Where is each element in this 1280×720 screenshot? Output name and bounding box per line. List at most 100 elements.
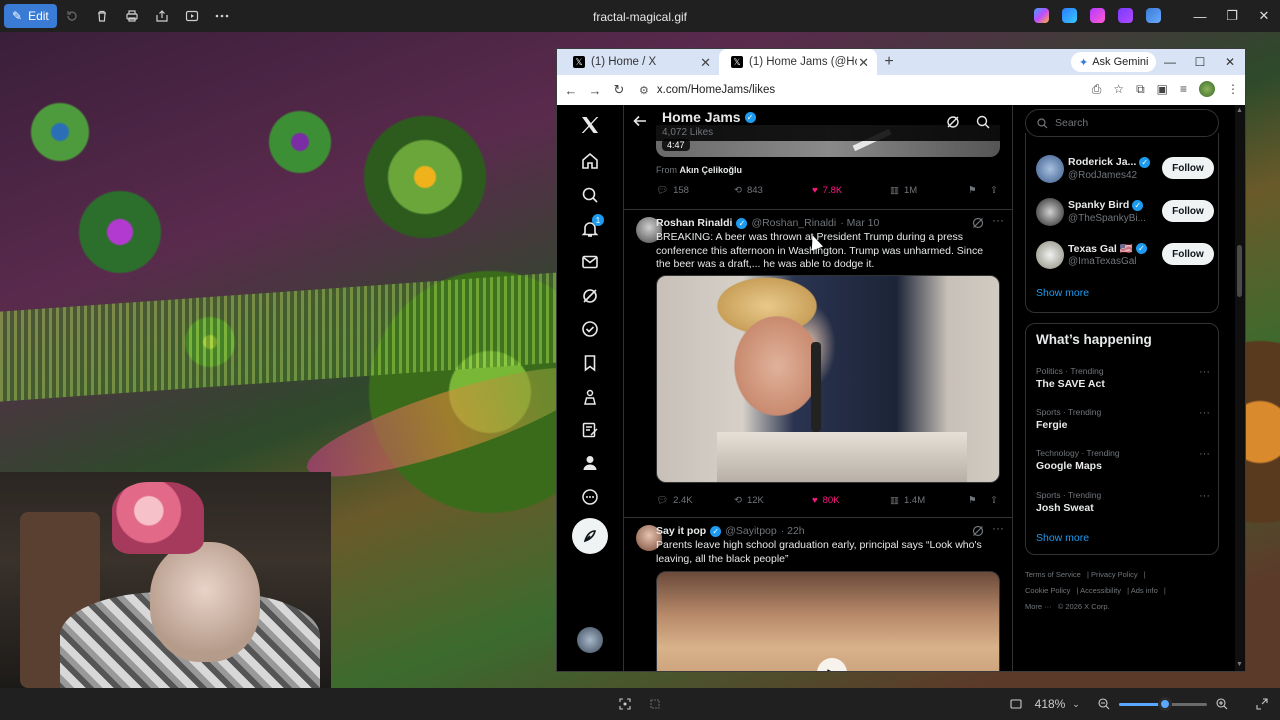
account-avatar[interactable]	[577, 627, 603, 653]
post-more-icon[interactable]: ···	[992, 213, 1004, 227]
minimize-button[interactable]: —	[1184, 0, 1216, 32]
post-date[interactable]: · 22h	[781, 525, 805, 537]
post-image[interactable]	[656, 275, 1000, 483]
back-arrow-icon[interactable]	[632, 113, 648, 129]
views-button[interactable]: ▥ 1.4M	[890, 495, 925, 506]
scrollbar-thumb[interactable]	[1237, 245, 1242, 297]
cloud-icon[interactable]	[1146, 8, 1161, 23]
more-link[interactable]: More ···	[1025, 602, 1052, 611]
jobs-icon[interactable]	[578, 385, 602, 409]
back-icon[interactable]: ←	[559, 75, 583, 105]
follow-button[interactable]: Follow	[1162, 157, 1214, 179]
like-button[interactable]: ♥ 7.8K	[812, 185, 842, 196]
author-handle[interactable]: @Roshan_Rinaldi	[751, 217, 836, 229]
tab-close-icon[interactable]: ✕	[858, 55, 869, 71]
trend-item[interactable]: Sports · Trending Fergie ···	[1036, 407, 1210, 431]
communities-check-icon[interactable]	[578, 317, 602, 341]
header-search-icon[interactable]	[976, 115, 990, 129]
ads-link[interactable]: Ads info	[1131, 586, 1158, 595]
repost-button[interactable]: ⟲ 12K	[734, 495, 764, 506]
show-more-link[interactable]: Show more	[1036, 287, 1089, 299]
privacy-link[interactable]: Privacy Policy	[1091, 570, 1138, 579]
accessibility-link[interactable]: Accessibility	[1080, 586, 1121, 595]
post-date[interactable]: · Mar 10	[840, 217, 879, 229]
suggestion-avatar[interactable]	[1036, 241, 1064, 269]
views-button[interactable]: ▥ 1M	[890, 185, 917, 196]
tab-homejams[interactable]: 𝕏 (1) Home Jams (@HomeJams) / ✕	[719, 49, 877, 75]
suggestion-name[interactable]: Spanky Bird ✓	[1068, 199, 1144, 211]
slideshow-icon[interactable]	[177, 0, 207, 32]
print-icon[interactable]	[117, 0, 147, 32]
clipchamp-icon[interactable]	[1090, 8, 1105, 23]
ask-gemini-button[interactable]: ✦ Ask Gemini	[1071, 52, 1157, 72]
delete-icon[interactable]	[87, 0, 117, 32]
trend-item[interactable]: Politics · Trending The SAVE Act ···	[1036, 366, 1210, 390]
zoom-in-icon[interactable]	[1212, 688, 1232, 720]
chrome-menu-icon[interactable]: ⋮	[1227, 82, 1239, 96]
tab-search-icon[interactable]: ▣	[1157, 82, 1168, 96]
url-field[interactable]: ⚙ x.com/HomeJams/likes	[639, 84, 775, 97]
browser-maximize-button[interactable]: ☐	[1185, 49, 1215, 75]
follow-button[interactable]: Follow	[1162, 243, 1214, 265]
show-more-trends-link[interactable]: Show more	[1036, 532, 1089, 544]
share-post-button[interactable]: ⇪	[990, 495, 998, 506]
bookmark-button[interactable]: ⚑	[968, 185, 977, 196]
more-icon[interactable]	[207, 0, 237, 32]
explore-search-icon[interactable]	[578, 183, 602, 207]
browser-close-button[interactable]: ✕	[1215, 49, 1245, 75]
reply-button[interactable]: 💬︎ 158	[656, 185, 689, 196]
tab-home[interactable]: 𝕏 (1) Home / X ✕	[561, 49, 719, 75]
rotate-icon[interactable]	[57, 0, 87, 32]
repost-button[interactable]: ⟲ 843	[734, 185, 763, 196]
suggestion-avatar[interactable]	[1036, 198, 1064, 226]
post-button[interactable]	[572, 518, 608, 554]
author-handle[interactable]: @Sayitpop	[725, 525, 777, 537]
follow-button[interactable]: Follow	[1162, 200, 1214, 222]
scroll-up-icon[interactable]: ▲	[1236, 107, 1243, 114]
zoom-slider-thumb[interactable]	[1158, 697, 1172, 711]
page-scrollbar[interactable]: ▲ ▼	[1235, 105, 1245, 671]
forward-icon[interactable]: →	[583, 75, 607, 105]
follow-suggestion[interactable]: Texas Gal 🇺🇸 ✓ @ImaTexasGal Follow	[1036, 239, 1214, 273]
trend-more-icon[interactable]: ···	[1199, 490, 1210, 502]
trend-item[interactable]: Sports · Trending Josh Sweat ···	[1036, 490, 1210, 514]
home-icon[interactable]	[578, 149, 602, 173]
bookmarks-icon[interactable]	[578, 351, 602, 375]
zoom-dropdown-chevron-icon[interactable]: ⌄	[1068, 688, 1084, 720]
author-name[interactable]: Say it pop	[656, 525, 706, 537]
articles-icon[interactable]	[578, 418, 602, 442]
suggestion-avatar[interactable]	[1036, 155, 1064, 183]
reload-icon[interactable]: ↻	[607, 75, 631, 105]
designer-icon[interactable]	[1062, 8, 1077, 23]
share-icon[interactable]	[147, 0, 177, 32]
x-logo-icon[interactable]	[578, 113, 602, 137]
grok-explain-icon[interactable]	[972, 217, 984, 229]
notifications-icon[interactable]: 1	[578, 214, 604, 241]
new-tab-button[interactable]: +	[877, 49, 901, 75]
crop-icon[interactable]	[642, 688, 668, 720]
profile-avatar[interactable]	[1199, 81, 1215, 97]
terms-link[interactable]: Terms of Service	[1025, 570, 1081, 579]
fullscreen-icon[interactable]	[1252, 688, 1272, 720]
grok-explain-icon[interactable]	[972, 525, 984, 537]
profile-icon[interactable]	[578, 451, 602, 475]
from-author[interactable]: Akın Çelikoğlu	[680, 165, 743, 175]
like-button[interactable]: ♥ 80K	[812, 495, 840, 506]
cookie-link[interactable]: Cookie Policy	[1025, 586, 1070, 595]
trend-more-icon[interactable]: ···	[1199, 407, 1210, 419]
video-editor-icon[interactable]	[1118, 8, 1133, 23]
share-post-button[interactable]: ⇪	[990, 185, 998, 196]
bookmark-star-icon[interactable]: ☆	[1113, 82, 1124, 96]
play-icon[interactable]: ▶	[817, 658, 847, 671]
install-icon[interactable]: ⎙	[1092, 82, 1102, 97]
fit-icon[interactable]	[612, 688, 638, 720]
tab-close-icon[interactable]: ✕	[700, 55, 711, 71]
actual-size-icon[interactable]	[1004, 688, 1028, 720]
trend-more-icon[interactable]: ···	[1199, 366, 1210, 378]
suggestion-name[interactable]: Texas Gal 🇺🇸 ✓	[1068, 242, 1147, 255]
bookmark-button[interactable]: ⚑	[968, 495, 977, 506]
more-circle-icon[interactable]	[578, 485, 602, 509]
follow-suggestion[interactable]: Spanky Bird ✓ @TheSpankyBi... Follow	[1036, 196, 1214, 230]
post-more-icon[interactable]: ···	[992, 521, 1004, 535]
messages-icon[interactable]	[578, 250, 602, 274]
